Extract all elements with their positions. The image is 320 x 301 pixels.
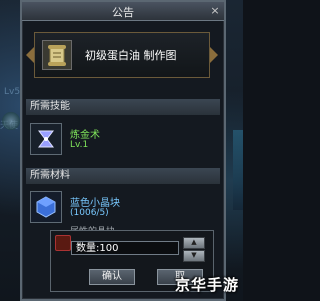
quantity-stepper[interactable]: ▲ ▼ xyxy=(183,237,205,262)
recipe-dialog: 公告 × 初级蛋白油 制作图 所需技能 炼金术 Lv.1 所需材料 蓝色小晶块 … xyxy=(20,0,226,301)
quantity-icon xyxy=(55,235,71,251)
quantity-input[interactable]: 数量:100 xyxy=(71,241,179,255)
background-orb xyxy=(2,112,20,130)
material-name: 蓝色小晶块 xyxy=(70,198,120,209)
decrement-arrow-icon[interactable]: ▼ xyxy=(183,250,205,262)
skill-level: Lv.1 xyxy=(70,140,89,150)
background-pillar xyxy=(233,130,243,210)
game-screen: Lv52 FOR周高 天使 公告 × 初级蛋白油 制作图 所需技能 xyxy=(0,0,243,301)
watermark-logo: 京华手游 xyxy=(174,276,239,294)
title-bar[interactable]: 公告 × xyxy=(22,2,224,21)
skill-row: 炼金术 Lv.1 xyxy=(30,123,220,159)
alchemy-icon[interactable] xyxy=(30,123,62,155)
required-skill-header: 所需技能 xyxy=(26,99,220,115)
skill-name: 炼金术 xyxy=(70,130,100,141)
dialog-title: 公告 xyxy=(112,6,134,19)
confirm-button[interactable]: 确认 xyxy=(89,269,135,285)
close-button[interactable]: × xyxy=(209,5,221,17)
material-row: 蓝色小晶块 (1006/5) xyxy=(30,191,220,227)
recipe-name: 初级蛋白油 制作图 xyxy=(85,49,177,62)
scroll-icon[interactable] xyxy=(42,40,72,70)
material-count: (1006/5) xyxy=(70,208,109,218)
increment-arrow-icon[interactable]: ▲ xyxy=(183,237,205,249)
blue-crystal-icon[interactable] xyxy=(30,191,62,223)
recipe-header: 初级蛋白油 制作图 xyxy=(34,32,210,78)
required-material-header: 所需材料 xyxy=(26,168,220,184)
